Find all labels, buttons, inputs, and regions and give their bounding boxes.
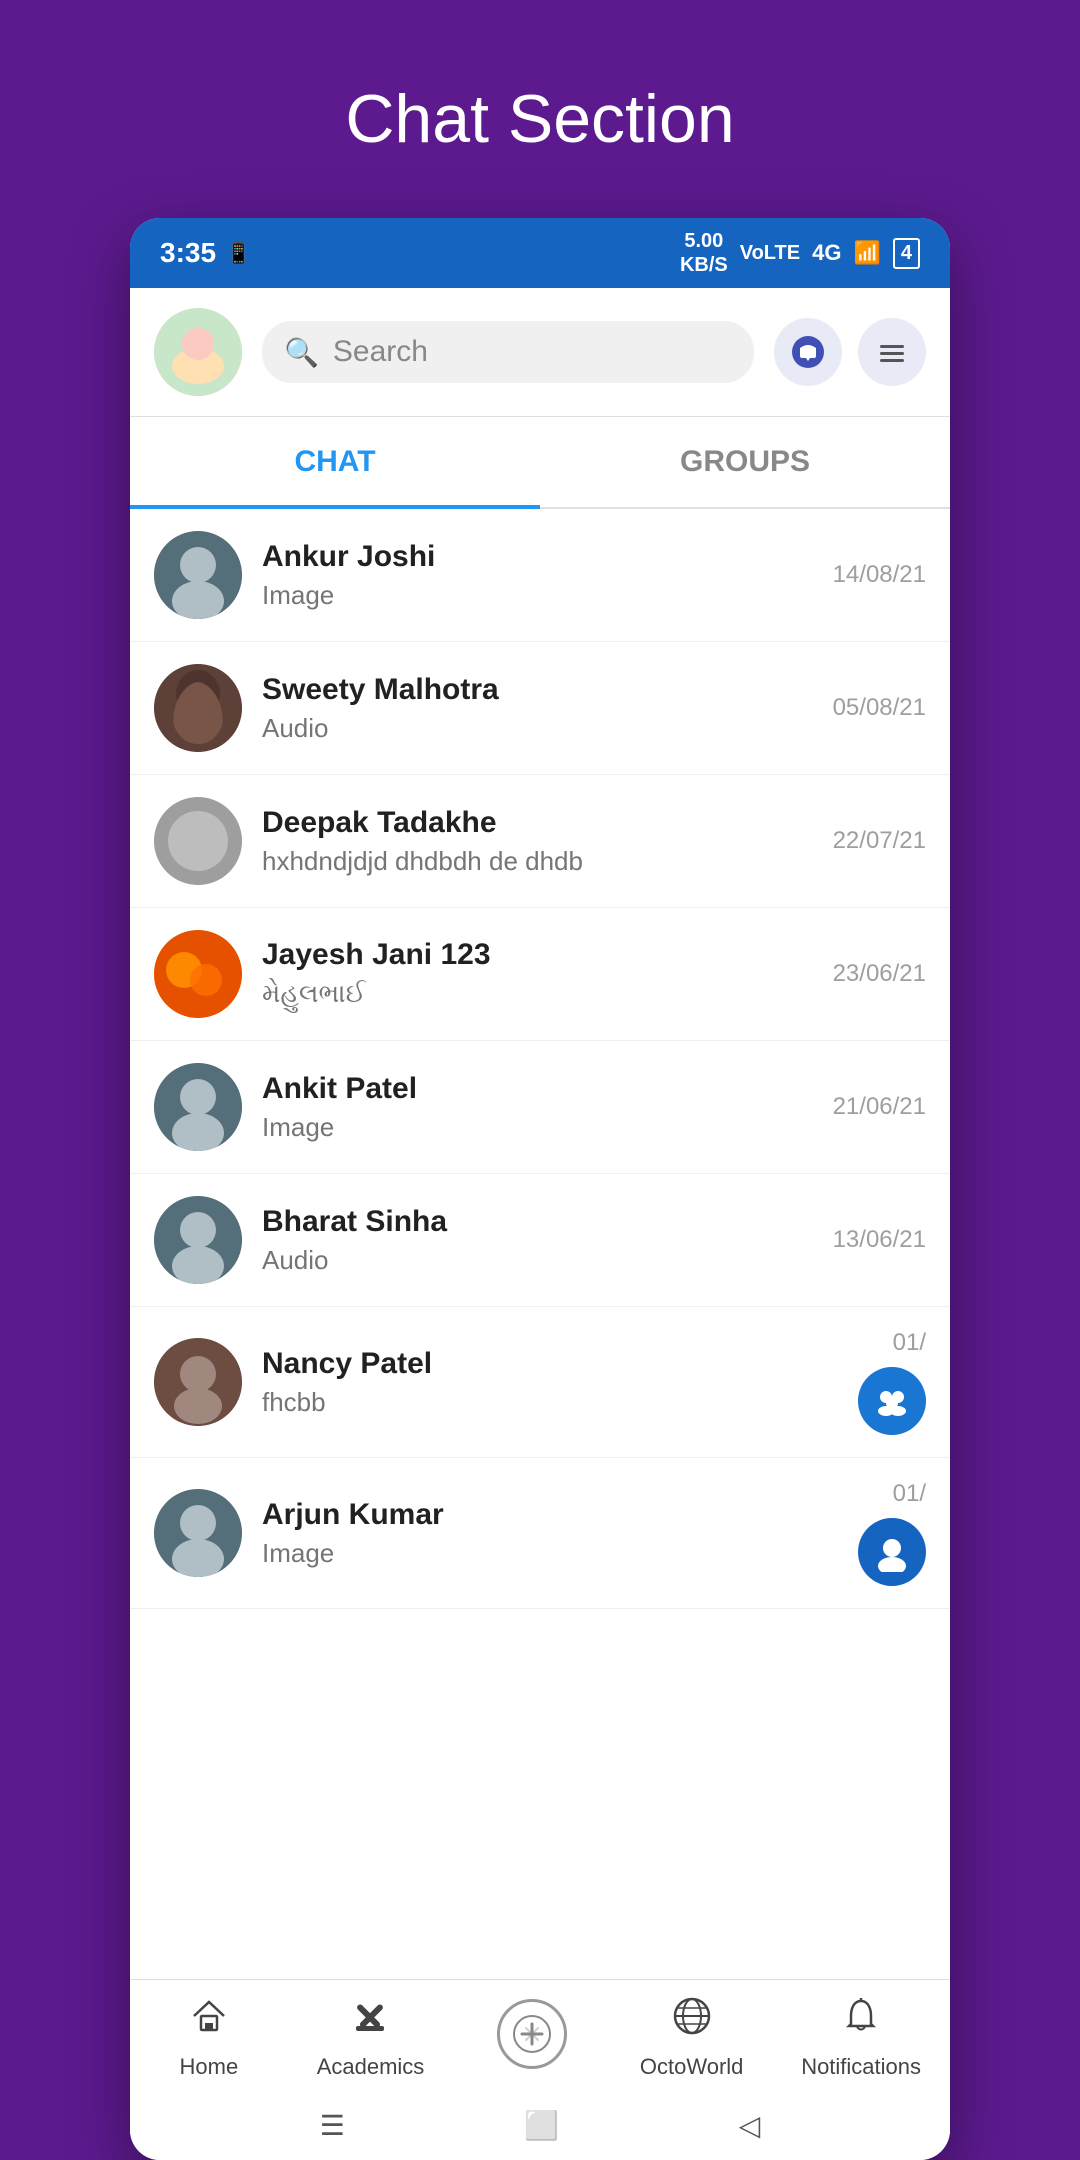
page-title: Chat Section [345, 80, 734, 158]
chat-icon-button[interactable] [774, 318, 842, 386]
phone-frame: 3:35 📱 5.00KB/S VoLTE 4G 📶 4 🔍 Search [130, 218, 950, 2160]
system-menu-button[interactable]: ☰ [320, 2109, 345, 2142]
avatar [154, 930, 242, 1018]
chat-meta: 22/07/21 [833, 827, 926, 855]
chat-meta: 13/06/21 [833, 1226, 926, 1254]
chat-name: Sweety Malhotra [262, 673, 813, 707]
system-nav: ☰ ⬜ ◁ [130, 2090, 950, 2160]
list-item[interactable]: Nancy Patel fhcbb 01/ [130, 1307, 950, 1458]
status-time: 3:35 [160, 237, 216, 269]
list-item[interactable]: Jayesh Jani 123 મેહુલભાઈ 23/06/21 [130, 908, 950, 1041]
avatar [154, 1063, 242, 1151]
chat-date: 21/06/21 [833, 1093, 926, 1121]
chat-preview: fhcbb [262, 1387, 838, 1418]
avatar [154, 1338, 242, 1426]
avatar [154, 797, 242, 885]
tab-chat[interactable]: CHAT [130, 417, 540, 507]
chat-name: Ankur Joshi [262, 540, 813, 574]
chat-name: Deepak Tadakhe [262, 806, 813, 840]
chat-name: Jayesh Jani 123 [262, 938, 813, 972]
nav-academics[interactable]: Academics [317, 1996, 425, 2080]
list-item[interactable]: Arjun Kumar Image 01/ [130, 1458, 950, 1609]
chat-info: Ankit Patel Image [262, 1072, 813, 1143]
chat-meta: 01/ [858, 1329, 926, 1435]
chat-preview: Image [262, 580, 813, 611]
chat-preview: મેહુલભાઈ [262, 978, 813, 1010]
chat-date: 13/06/21 [833, 1226, 926, 1254]
chat-date: 14/08/21 [833, 561, 926, 589]
tab-groups[interactable]: GROUPS [540, 417, 950, 507]
chat-info: Nancy Patel fhcbb [262, 1347, 838, 1418]
chat-date: 05/08/21 [833, 694, 926, 722]
chat-info: Jayesh Jani 123 મેહુલભાઈ [262, 938, 813, 1010]
nav-octoworld[interactable]: OctoWorld [640, 1996, 744, 2080]
academics-icon [350, 1996, 390, 2046]
search-bar[interactable]: 🔍 Search [262, 321, 754, 383]
signal-bars: 📶 [853, 240, 880, 266]
chat-meta: 23/06/21 [833, 960, 926, 988]
chat-info: Arjun Kumar Image [262, 1498, 838, 1569]
chat-list: Ankur Joshi Image 14/08/21 Sweety Malhot… [130, 509, 950, 1979]
chat-info: Deepak Tadakhe hxhdndjdjd dhdbdh de dhdb [262, 806, 813, 877]
group-fab[interactable] [858, 1367, 926, 1435]
menu-button[interactable] [858, 318, 926, 386]
nav-octoworld-label: OctoWorld [640, 2054, 744, 2080]
avatar [154, 531, 242, 619]
chat-date: 01/ [893, 1480, 926, 1508]
nav-home[interactable]: Home [159, 1996, 259, 2080]
chat-name: Arjun Kumar [262, 1498, 838, 1532]
battery-indicator: 4 [893, 238, 920, 269]
search-icon: 🔍 [284, 336, 319, 369]
chat-preview: Audio [262, 713, 813, 744]
chat-meta: 21/06/21 [833, 1093, 926, 1121]
chat-name: Nancy Patel [262, 1347, 838, 1381]
chat-preview: Audio [262, 1245, 813, 1276]
network-speed: 5.00KB/S [680, 229, 728, 277]
list-item[interactable]: Deepak Tadakhe hxhdndjdjd dhdbdh de dhdb… [130, 775, 950, 908]
list-item[interactable]: Ankit Patel Image 21/06/21 [130, 1041, 950, 1174]
list-item[interactable]: Bharat Sinha Audio 13/06/21 [130, 1174, 950, 1307]
chat-date: 23/06/21 [833, 960, 926, 988]
chat-meta: 05/08/21 [833, 694, 926, 722]
app-header: 🔍 Search [130, 288, 950, 417]
nav-add[interactable] [482, 1999, 582, 2077]
chat-preview: Image [262, 1112, 813, 1143]
chat-name: Ankit Patel [262, 1072, 813, 1106]
search-placeholder: Search [333, 335, 428, 369]
nav-academics-label: Academics [317, 2054, 425, 2080]
avatar [154, 1196, 242, 1284]
chat-meta: 01/ [858, 1480, 926, 1586]
avatar [154, 664, 242, 752]
nav-notifications[interactable]: Notifications [801, 1996, 921, 2080]
nav-home-label: Home [180, 2054, 239, 2080]
notifications-icon [841, 1996, 881, 2046]
nav-notifications-label: Notifications [801, 2054, 921, 2080]
chat-info: Bharat Sinha Audio [262, 1205, 813, 1276]
add-icon [497, 1999, 567, 2069]
avatar [154, 1489, 242, 1577]
header-actions [774, 318, 926, 386]
person-fab[interactable] [858, 1518, 926, 1586]
status-bar: 3:35 📱 5.00KB/S VoLTE 4G 📶 4 [130, 218, 950, 288]
list-item[interactable]: Ankur Joshi Image 14/08/21 [130, 509, 950, 642]
chat-name: Bharat Sinha [262, 1205, 813, 1239]
chat-meta: 14/08/21 [833, 561, 926, 589]
chat-info: Ankur Joshi Image [262, 540, 813, 611]
chat-date: 01/ [893, 1329, 926, 1357]
list-item[interactable]: Sweety Malhotra Audio 05/08/21 [130, 642, 950, 775]
tabs-bar: CHAT GROUPS [130, 417, 950, 509]
network-type: 4G [812, 240, 841, 266]
status-icon: 📱 [226, 241, 251, 266]
octoworld-icon [672, 1996, 712, 2046]
home-icon [189, 1996, 229, 2046]
system-home-button[interactable]: ⬜ [524, 2109, 559, 2142]
chat-preview: Image [262, 1538, 838, 1569]
volte-indicator: VoLTE [740, 242, 800, 265]
chat-date: 22/07/21 [833, 827, 926, 855]
chat-preview: hxhdndjdjd dhdbdh de dhdb [262, 846, 813, 877]
user-profile-avatar[interactable] [154, 308, 242, 396]
bottom-nav: Home Academics [130, 1979, 950, 2090]
chat-info: Sweety Malhotra Audio [262, 673, 813, 744]
system-back-button[interactable]: ◁ [739, 2109, 761, 2142]
